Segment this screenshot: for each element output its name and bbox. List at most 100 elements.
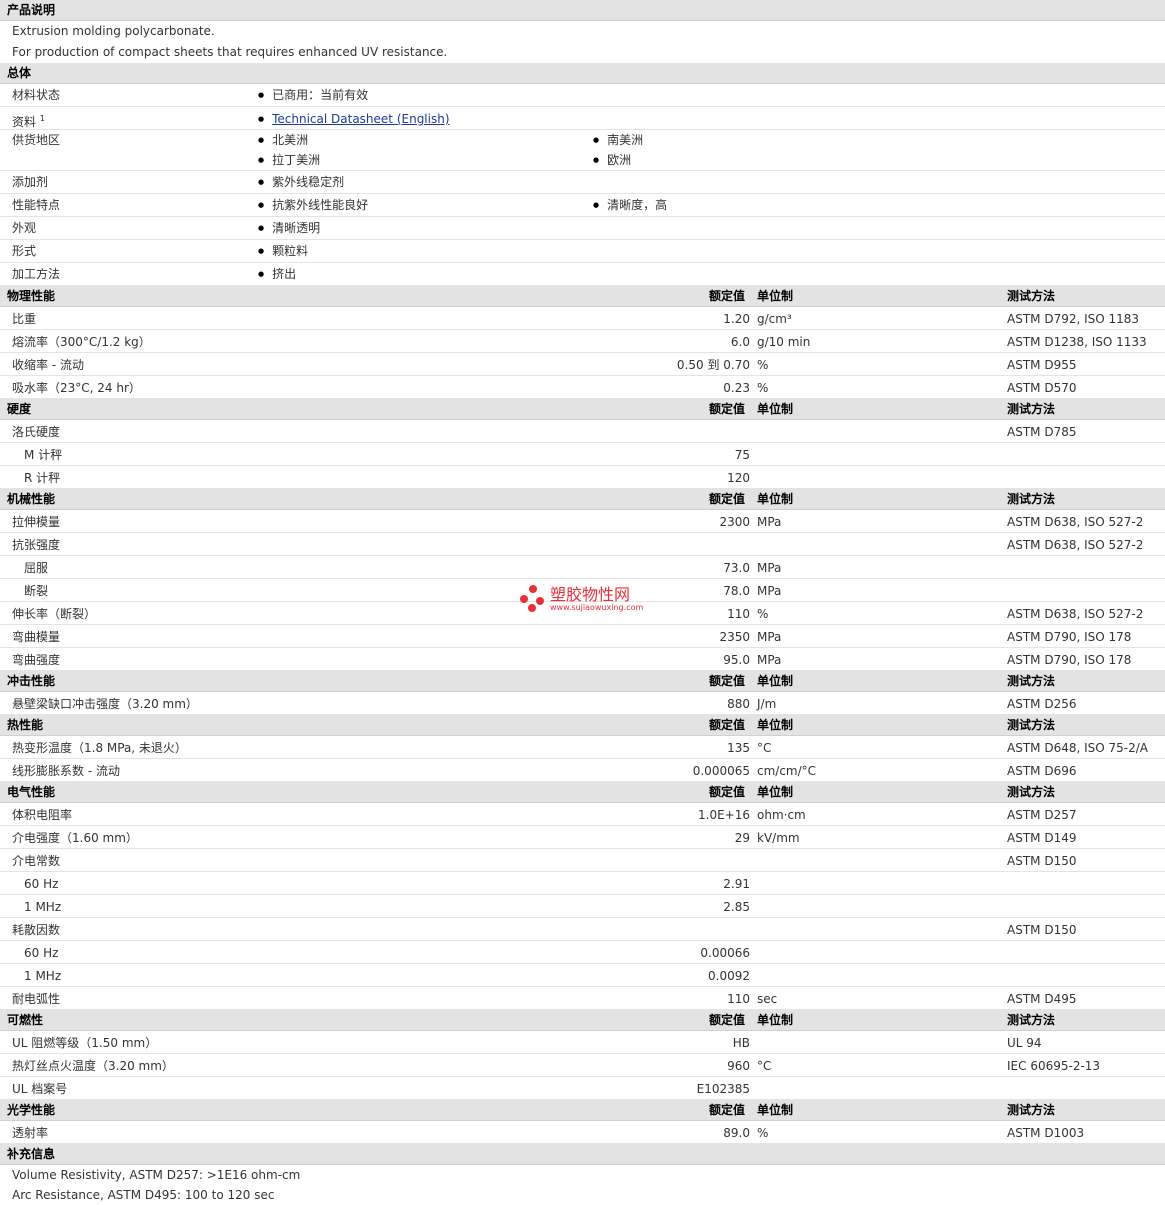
property-row: 线形膨胀系数 - 流动 0.000065 cm/cm/°C ASTM D696 xyxy=(0,759,1165,782)
property-test-method: ASTM D1238, ISO 1133 xyxy=(1007,335,1147,349)
column-header-test: 测试方法 xyxy=(1007,402,1056,416)
property-label: UL 阻燃等级（1.50 mm） xyxy=(12,1036,158,1050)
property-label: 耗散因数 xyxy=(12,923,61,937)
property-unit: MPa xyxy=(757,584,782,598)
section-title: 可燃性 xyxy=(7,1013,44,1027)
column-header-unit: 单位制 xyxy=(757,1103,794,1117)
property-row: 热灯丝点火温度（3.20 mm） 960 °C IEC 60695-2-13 xyxy=(0,1054,1165,1077)
property-value: 0.000065 xyxy=(692,764,750,778)
property-value: 78.0 xyxy=(723,584,750,598)
section-header-hardness: 硬度 额定值 单位制 测试方法 xyxy=(0,399,1165,420)
general-row-status: 材料状态 已商用：当前有效 xyxy=(0,84,1165,107)
property-row: UL 档案号 E102385 xyxy=(0,1077,1165,1100)
property-unit: MPa xyxy=(757,630,782,644)
property-unit: sec xyxy=(757,992,778,1006)
watermark-logo: 塑胶物性网 www.sujiaowuxing.com xyxy=(520,585,643,613)
column-header-value: 额定值 xyxy=(709,289,746,303)
column-header-value: 额定值 xyxy=(709,785,746,799)
property-value: 75 xyxy=(734,448,750,462)
property-row: 拉伸模量 2300 MPa ASTM D638, ISO 527-2 xyxy=(0,510,1165,533)
general-row-processing: 加工方法 挤出 xyxy=(0,263,1165,286)
property-unit: MPa xyxy=(757,653,782,667)
property-value: 135 xyxy=(727,741,750,755)
general-row-appearance: 外观 清晰透明 xyxy=(0,217,1165,240)
property-test-method: ASTM D648, ISO 75-2/A xyxy=(1007,741,1148,755)
property-label: 弯曲模量 xyxy=(12,630,61,644)
row-label: 性能特点 xyxy=(12,198,61,212)
property-label: 抗张强度 xyxy=(12,538,61,552)
column-header-unit: 单位制 xyxy=(757,718,794,732)
datasheet-link[interactable]: Technical Datasheet (English) xyxy=(272,112,449,126)
property-value: 2300 xyxy=(719,515,750,529)
property-value: 73.0 xyxy=(723,561,750,575)
property-value: 6.0 xyxy=(730,335,750,349)
property-row: 洛氏硬度 ASTM D785 xyxy=(0,420,1165,443)
column-header-test: 测试方法 xyxy=(1007,1103,1056,1117)
property-row: 1 MHz 2.85 xyxy=(0,895,1165,918)
property-test-method: ASTM D150 xyxy=(1007,854,1077,868)
general-row-datasheet: 资料 1 Technical Datasheet (English) xyxy=(0,107,1165,130)
property-test-method: ASTM D955 xyxy=(1007,358,1077,372)
bullet-item: 抗紫外线性能良好 xyxy=(258,194,368,216)
property-label: 1 MHz xyxy=(24,969,62,983)
property-label: 透射率 xyxy=(12,1126,49,1140)
section-title: 机械性能 xyxy=(7,492,56,506)
section-title: 电气性能 xyxy=(7,785,56,799)
property-label: R 计秤 xyxy=(24,471,61,485)
property-label: 断裂 xyxy=(24,584,49,598)
property-label: 熔流率（300°C/1.2 kg） xyxy=(12,335,151,349)
section-title: 物理性能 xyxy=(7,289,56,303)
property-label: 介电强度（1.60 mm） xyxy=(12,831,138,845)
property-value: 2350 xyxy=(719,630,750,644)
property-value: 0.50 到 0.70 xyxy=(676,358,750,372)
watermark-name: 塑胶物性网 xyxy=(550,584,631,604)
property-unit: °C xyxy=(757,741,772,755)
column-header-unit: 单位制 xyxy=(757,785,794,799)
row-label: 外观 xyxy=(12,221,37,235)
property-unit: % xyxy=(757,381,769,395)
property-unit: g/cm³ xyxy=(757,312,792,326)
property-unit: % xyxy=(757,1126,769,1140)
column-header-test: 测试方法 xyxy=(1007,289,1056,303)
column-header-unit: 单位制 xyxy=(757,289,794,303)
column-header-unit: 单位制 xyxy=(757,402,794,416)
property-value: 880 xyxy=(727,697,750,711)
general-row-regions: 供货地区 北美洲 南美洲 拉丁美洲 欧洲 xyxy=(0,130,1165,171)
section-header-impact: 冲击性能 额定值 单位制 测试方法 xyxy=(0,671,1165,692)
column-header-value: 额定值 xyxy=(709,402,746,416)
property-value: 1.20 xyxy=(723,312,750,326)
section-header-optical: 光学性能 额定值 单位制 测试方法 xyxy=(0,1100,1165,1121)
section-header-thermal: 热性能 额定值 单位制 测试方法 xyxy=(0,715,1165,736)
property-row: UL 阻燃等级（1.50 mm） HB UL 94 xyxy=(0,1031,1165,1054)
bullet-item: 欧洲 xyxy=(593,150,631,170)
column-header-test: 测试方法 xyxy=(1007,674,1056,688)
property-test-method: ASTM D256 xyxy=(1007,697,1077,711)
general-row-additive: 添加剂 紫外线稳定剂 xyxy=(0,171,1165,194)
property-test-method: ASTM D790, ISO 178 xyxy=(1007,653,1132,667)
property-label: 悬壁梁缺口冲击强度（3.20 mm） xyxy=(12,697,198,711)
property-row: M 计秤 75 xyxy=(0,443,1165,466)
property-value: 95.0 xyxy=(723,653,750,667)
section-header-electrical: 电气性能 额定值 单位制 测试方法 xyxy=(0,782,1165,803)
column-header-value: 额定值 xyxy=(709,674,746,688)
property-row: 弯曲模量 2350 MPa ASTM D790, ISO 178 xyxy=(0,625,1165,648)
row-label: 材料状态 xyxy=(12,88,61,102)
property-test-method: ASTM D570 xyxy=(1007,381,1077,395)
property-row: 比重 1.20 g/cm³ ASTM D792, ISO 1183 xyxy=(0,307,1165,330)
column-header-value: 额定值 xyxy=(709,718,746,732)
property-unit: MPa xyxy=(757,561,782,575)
bullet-item: 颗粒料 xyxy=(258,240,308,262)
property-test-method: IEC 60695-2-13 xyxy=(1007,1059,1101,1073)
property-row: 屈服 73.0 MPa xyxy=(0,556,1165,579)
logo-dots-icon xyxy=(520,585,546,613)
watermark-url: www.sujiaowuxing.com xyxy=(550,602,644,612)
property-label: 热灯丝点火温度（3.20 mm） xyxy=(12,1059,174,1073)
column-header-unit: 单位制 xyxy=(757,492,794,506)
column-header-test: 测试方法 xyxy=(1007,1013,1056,1027)
bullet-item: 拉丁美洲 xyxy=(258,150,320,170)
property-test-method: ASTM D785 xyxy=(1007,425,1077,439)
property-value: 110 xyxy=(727,607,750,621)
property-unit: % xyxy=(757,607,769,621)
property-row: 介电强度（1.60 mm） 29 kV/mm ASTM D149 xyxy=(0,826,1165,849)
column-header-test: 测试方法 xyxy=(1007,718,1056,732)
